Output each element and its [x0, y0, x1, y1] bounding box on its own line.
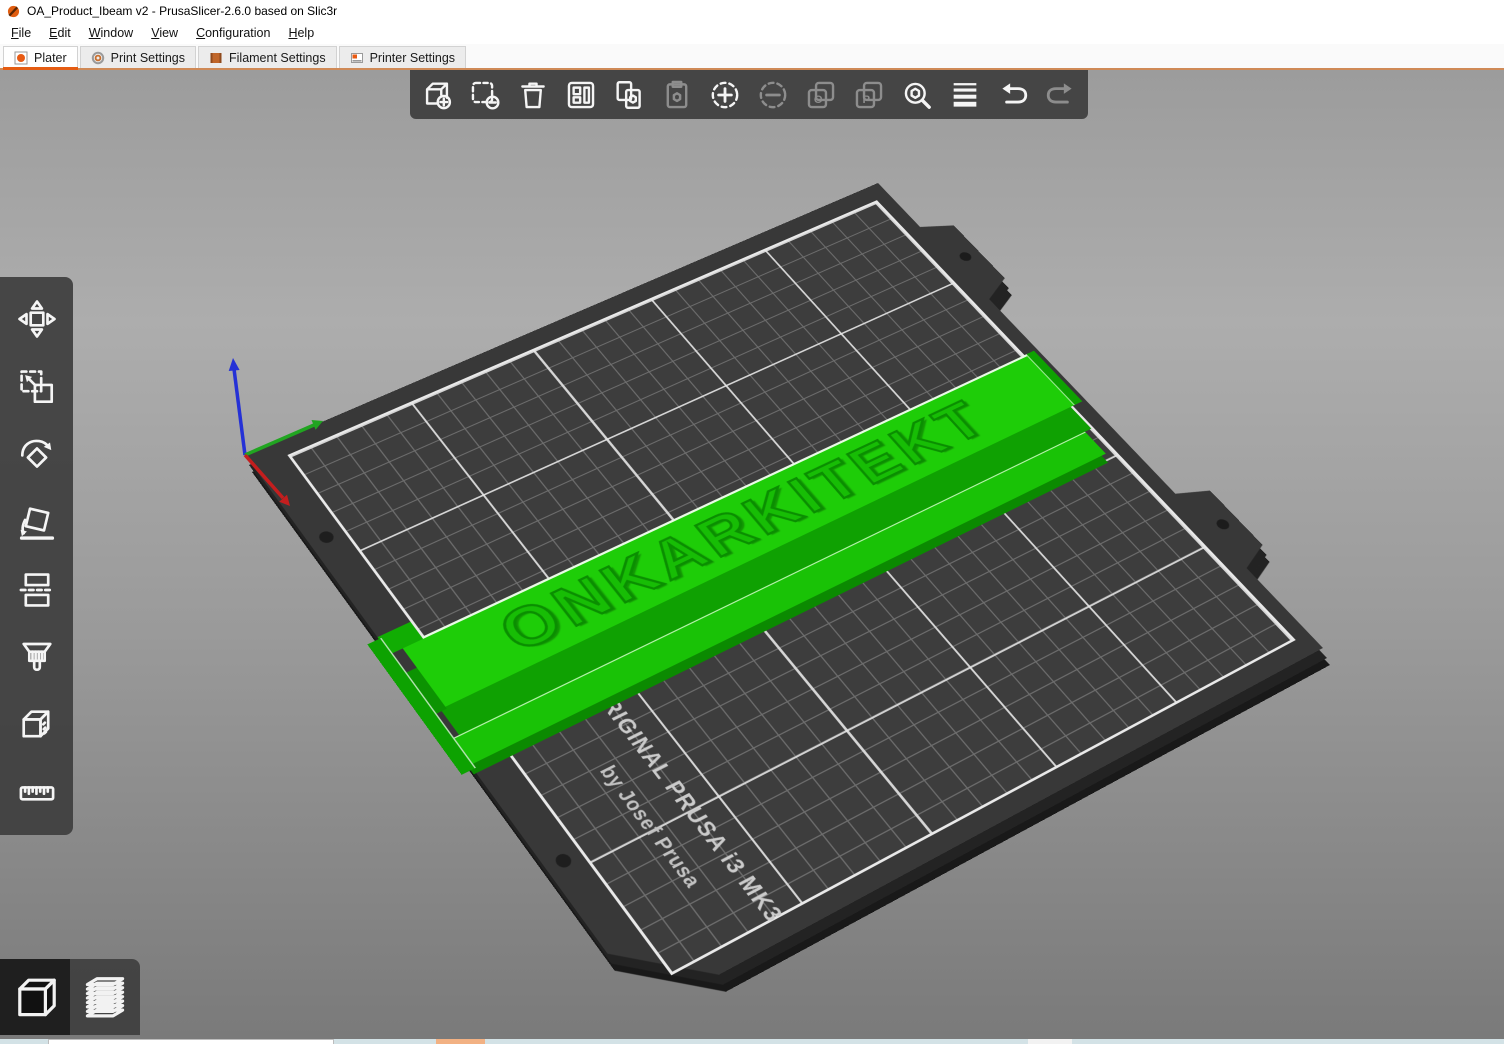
preview-view-button[interactable]: [70, 959, 140, 1035]
add-instance-icon[interactable]: [701, 71, 749, 119]
copy-icon[interactable]: [605, 71, 653, 119]
split-to-objects-icon[interactable]: O: [797, 71, 845, 119]
menu-edit[interactable]: Edit: [40, 24, 80, 42]
split-to-parts-icon[interactable]: P: [845, 71, 893, 119]
statusbar: [0, 1039, 1504, 1044]
arrange-icon[interactable]: [557, 71, 605, 119]
beam-web-side: [440, 407, 1091, 735]
model-ibeam[interactable]: ONKARKITEKT: [245, 183, 1323, 1012]
print-settings-icon: [91, 51, 105, 65]
paste-icon[interactable]: [653, 71, 701, 119]
remove-instance-icon[interactable]: [749, 71, 797, 119]
status-light-block: [1028, 1039, 1072, 1044]
tab-label: Plater: [34, 51, 67, 65]
3d-editor-view-button[interactable]: [0, 959, 70, 1035]
tab-print-settings[interactable]: Print Settings: [80, 46, 196, 68]
measure-icon[interactable]: [9, 765, 65, 821]
gizmo-toolbar: [0, 277, 73, 835]
tab-filament-settings[interactable]: Filament Settings: [198, 46, 337, 68]
plater-icon: [14, 51, 28, 65]
print-bed: ORIGINAL PRUSA i3 MK3 by Josef Prusa ONK…: [245, 183, 1323, 1012]
cut-icon[interactable]: [9, 562, 65, 618]
tab-label: Filament Settings: [229, 51, 326, 65]
bed-hole: [1214, 517, 1232, 531]
menu-window[interactable]: Window: [80, 24, 142, 42]
svg-text:O: O: [814, 93, 823, 105]
filament-settings-icon: [209, 51, 223, 65]
object-toolbar: O P: [410, 70, 1088, 119]
prusa-logo-icon: [7, 5, 20, 18]
variable-layer-height-icon[interactable]: [941, 71, 989, 119]
3d-viewport[interactable]: ORIGINAL PRUSA i3 MK3 by Josef Prusa ONK…: [0, 70, 1504, 1039]
menu-help[interactable]: Help: [279, 24, 323, 42]
tab-printer-settings[interactable]: Printer Settings: [339, 46, 466, 68]
tab-label: Print Settings: [111, 51, 185, 65]
tab-plater[interactable]: Plater: [3, 46, 78, 68]
titlebar: OA_Product_Ibeam v2 - PrusaSlicer-2.6.0 …: [0, 0, 1504, 22]
paint-on-supports-icon[interactable]: [9, 630, 65, 686]
rotate-icon[interactable]: [9, 426, 65, 482]
search-icon[interactable]: [893, 71, 941, 119]
menu-view[interactable]: View: [142, 24, 187, 42]
redo-icon[interactable]: [1037, 71, 1085, 119]
model-engraving: ONKARKITEKT: [401, 354, 1075, 707]
place-on-face-icon[interactable]: [9, 494, 65, 550]
status-accent-block: [436, 1039, 485, 1044]
seam-painting-icon[interactable]: [9, 697, 65, 753]
menubar: File Edit Window View Configuration Help: [0, 22, 1504, 44]
view-toolbar: [0, 959, 140, 1035]
delete-icon[interactable]: [461, 71, 509, 119]
status-input-field[interactable]: [48, 1039, 334, 1044]
undo-icon[interactable]: [989, 71, 1037, 119]
tabbar: Plater Print Settings Filament Settings: [0, 44, 1504, 70]
window-title: OA_Product_Ibeam v2 - PrusaSlicer-2.6.0 …: [27, 4, 337, 18]
add-icon[interactable]: [413, 71, 461, 119]
menu-file[interactable]: File: [2, 24, 40, 42]
svg-text:P: P: [862, 93, 870, 105]
move-icon[interactable]: [9, 291, 65, 347]
menu-configuration[interactable]: Configuration: [187, 24, 279, 42]
bed-hole: [957, 251, 974, 263]
delete-all-icon[interactable]: [509, 71, 557, 119]
tab-label: Printer Settings: [370, 51, 455, 65]
scale-icon[interactable]: [9, 359, 65, 415]
printer-settings-icon: [350, 51, 364, 65]
prusaslicer-window: OA_Product_Ibeam v2 - PrusaSlicer-2.6.0 …: [0, 0, 1504, 1044]
